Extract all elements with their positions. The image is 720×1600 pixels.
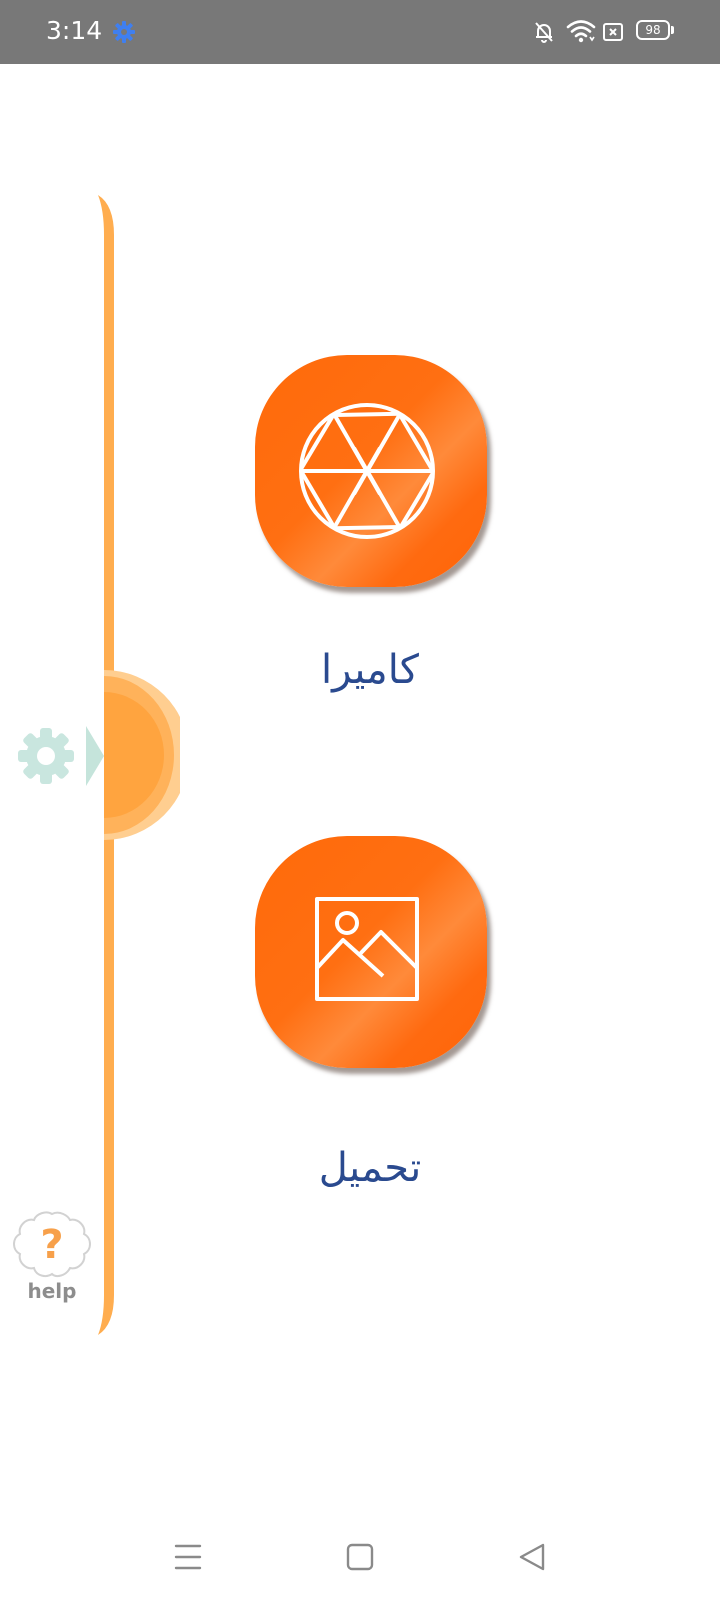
battery-level: 98	[645, 23, 661, 37]
navigation-bar	[0, 1510, 720, 1600]
image-icon	[315, 897, 419, 1001]
battery-icon: 98	[636, 20, 674, 42]
upload-label: تحميل	[318, 1145, 422, 1191]
upload-button[interactable]	[255, 836, 487, 1068]
settings-gear-status-icon	[113, 21, 135, 43]
status-time: 3:14	[46, 16, 103, 45]
settings-gear-icon[interactable]	[16, 726, 76, 786]
status-bar: 3:14 98	[0, 0, 720, 64]
help-label: help	[27, 1279, 77, 1303]
notifications-muted-icon	[535, 22, 553, 43]
help-question-mark: ?	[40, 1222, 63, 1268]
battery-tip	[671, 26, 674, 34]
app-screen: 3:14 98 ? help كاميرا تحميل	[0, 0, 720, 1600]
camera-button[interactable]	[255, 355, 487, 587]
help-badge-icon: ?	[13, 1211, 91, 1277]
chevron-right-icon	[86, 726, 104, 786]
menu-icon[interactable]	[163, 1532, 213, 1582]
camera-aperture-icon	[299, 403, 435, 539]
no-sim-icon	[603, 23, 623, 41]
home-icon[interactable]	[335, 1532, 385, 1582]
back-icon[interactable]	[507, 1532, 557, 1582]
camera-label: كاميرا	[321, 647, 419, 693]
help-button[interactable]: ? help	[12, 1210, 92, 1306]
wifi-icon	[566, 20, 596, 43]
